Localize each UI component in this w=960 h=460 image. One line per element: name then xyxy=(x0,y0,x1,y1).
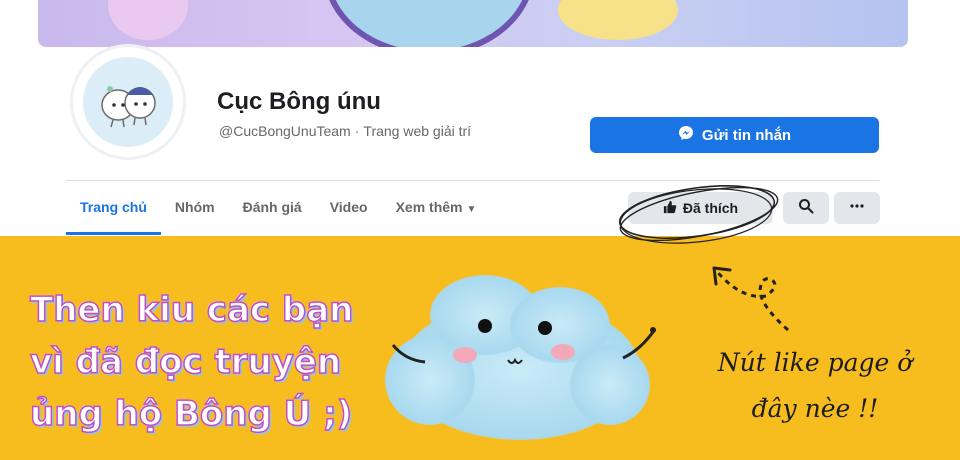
thanks-line: ủng hộ Bông Ú ;) xyxy=(29,393,353,435)
cover-decoration xyxy=(558,0,678,40)
avatar-image xyxy=(83,57,173,147)
page-title: Cục Bông únu xyxy=(217,88,381,115)
tab-more[interactable]: Xem thêm ▼ xyxy=(382,192,491,222)
cover-photo[interactable] xyxy=(38,0,908,47)
search-icon xyxy=(798,198,814,219)
cover-illustration xyxy=(323,0,535,47)
thanks-message: Then kiu các bạn vì đã đọc truyện ủng hộ… xyxy=(29,284,370,440)
note-line: Nút like page ở xyxy=(717,348,913,377)
thanks-line: vì đã đọc truyện xyxy=(29,341,342,383)
meta-separator: · xyxy=(354,123,360,139)
tab-label: Nhóm xyxy=(174,199,215,215)
more-options-button[interactable] xyxy=(834,192,880,224)
send-message-button[interactable]: Gửi tin nhắn xyxy=(590,117,879,153)
liked-button[interactable]: Đã thích xyxy=(628,192,773,224)
thumbs-up-icon xyxy=(663,200,677,217)
tab-label: Xem thêm xyxy=(395,199,463,215)
page-handle: @CucBongUnuTeam xyxy=(219,123,351,139)
messenger-icon xyxy=(678,125,694,145)
caret-down-icon: ▼ xyxy=(466,204,477,215)
divider xyxy=(66,180,879,181)
tab-label: Đánh giá xyxy=(242,199,302,215)
tab-home[interactable]: Trang chủ xyxy=(66,192,161,235)
thanks-line: Then kiu các bạn xyxy=(29,289,354,331)
send-message-label: Gửi tin nhắn xyxy=(701,126,792,144)
tab-video[interactable]: Video xyxy=(316,192,382,222)
note-line: đây nèe !! xyxy=(751,394,879,423)
page-tabs: Trang chủ Nhóm Đánh giá Video Xem thêm ▼ xyxy=(66,192,490,236)
page-subtitle: @CucBongUnuTeam · Trang web giải trí xyxy=(219,123,471,139)
liked-label: Đã thích xyxy=(682,200,739,216)
tab-label: Trang chủ xyxy=(80,199,147,215)
profile-avatar[interactable] xyxy=(70,44,186,160)
like-button-note: Nút like page ở đây nèe !! xyxy=(690,340,940,432)
page-category[interactable]: Trang web giải trí xyxy=(363,123,471,139)
tab-reviews[interactable]: Đánh giá xyxy=(229,192,316,222)
tab-label: Video xyxy=(329,199,368,215)
tab-groups[interactable]: Nhóm xyxy=(161,192,229,222)
more-dots-icon xyxy=(849,198,865,219)
cloud-mascot xyxy=(375,270,665,450)
cover-decoration xyxy=(108,0,188,40)
search-button[interactable] xyxy=(783,192,829,224)
